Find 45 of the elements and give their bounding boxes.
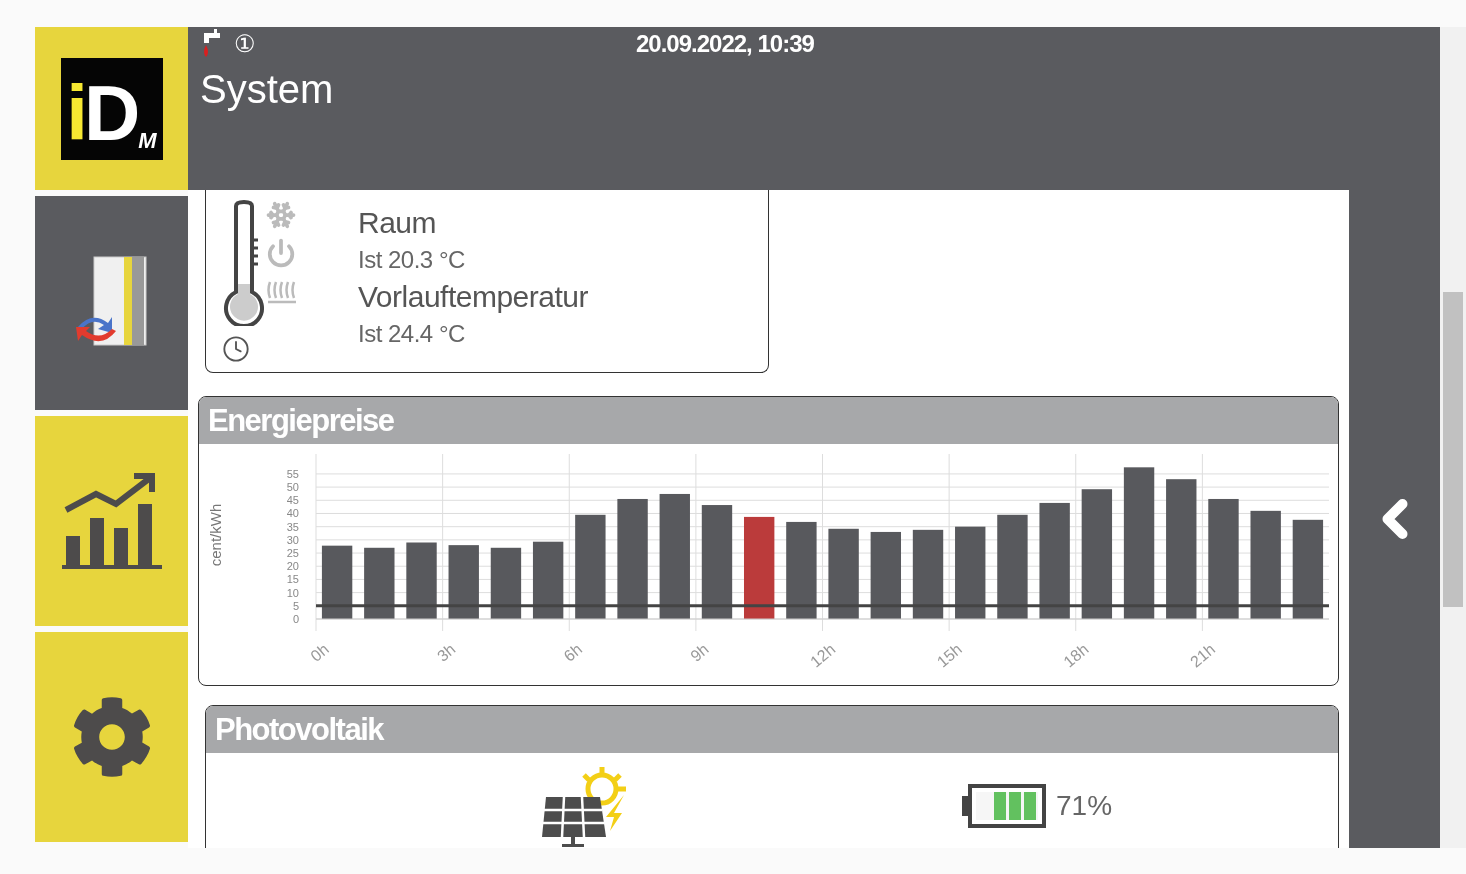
axis-tick-label: 25 — [286, 547, 299, 560]
snowflake-icon — [266, 200, 296, 230]
axis-tick-label: 30 — [286, 533, 299, 546]
axis-tick-label: 9h — [687, 640, 712, 665]
scrollbar[interactable] — [1440, 27, 1466, 848]
axis-tick-label: 45 — [286, 494, 299, 507]
battery-reading: 71% — [1056, 790, 1113, 822]
info-number: ① — [234, 30, 256, 58]
nav-tile[interactable] — [35, 632, 188, 842]
axis-tick-label: 15h — [933, 640, 966, 671]
axis-tick-label: 12h — [807, 640, 839, 671]
panel-title: Photovoltaik — [206, 706, 1338, 753]
power-icon — [266, 238, 296, 268]
sensor-label: Vorlauftemperatur — [358, 280, 588, 314]
sensor-label: Raum — [358, 206, 438, 240]
axis-title: cent/kWh — [207, 503, 224, 567]
sensor-value: Ist 24.4 °C — [358, 320, 466, 348]
nav-tile[interactable]: iDM — [35, 27, 188, 190]
date-time: 20.09.2022, 10:39 — [636, 30, 814, 58]
sensor-value: Ist 20.3 °C — [358, 246, 466, 274]
logo: iDM — [60, 57, 163, 160]
scrollbar-thumb[interactable] — [1443, 292, 1463, 607]
bar-chart-icon — [59, 470, 164, 572]
axis-tick-label: 6h — [560, 640, 586, 665]
price-bar — [364, 547, 395, 619]
axis-tick-label: 40 — [286, 507, 299, 520]
thermometer-icon — [222, 200, 266, 326]
axis-tick-label: 0h — [307, 640, 332, 665]
axis-tick-label: 10 — [286, 586, 299, 599]
axis-tick-label: 3h — [434, 640, 459, 665]
axis-tick-label: 35 — [286, 520, 299, 533]
axis-tick-label: 20 — [286, 560, 299, 573]
axis-tick-label: 18h — [1060, 640, 1092, 671]
axis-tick-label: 55 — [286, 467, 299, 480]
axis-tick-label: 5 — [292, 599, 299, 612]
axis-tick-label: 21h — [1186, 640, 1219, 671]
nav-tile[interactable] — [35, 416, 188, 626]
nav-tile[interactable] — [35, 196, 188, 410]
axis-tick-label: 15 — [286, 573, 299, 586]
axis-tick-label: 50 — [286, 481, 299, 494]
clock-icon — [222, 335, 250, 363]
axis-tick-label: 0 — [292, 613, 299, 625]
page-title: System — [200, 67, 335, 112]
panel-title: Energiepreise — [199, 397, 1338, 444]
price-bar — [490, 547, 522, 619]
